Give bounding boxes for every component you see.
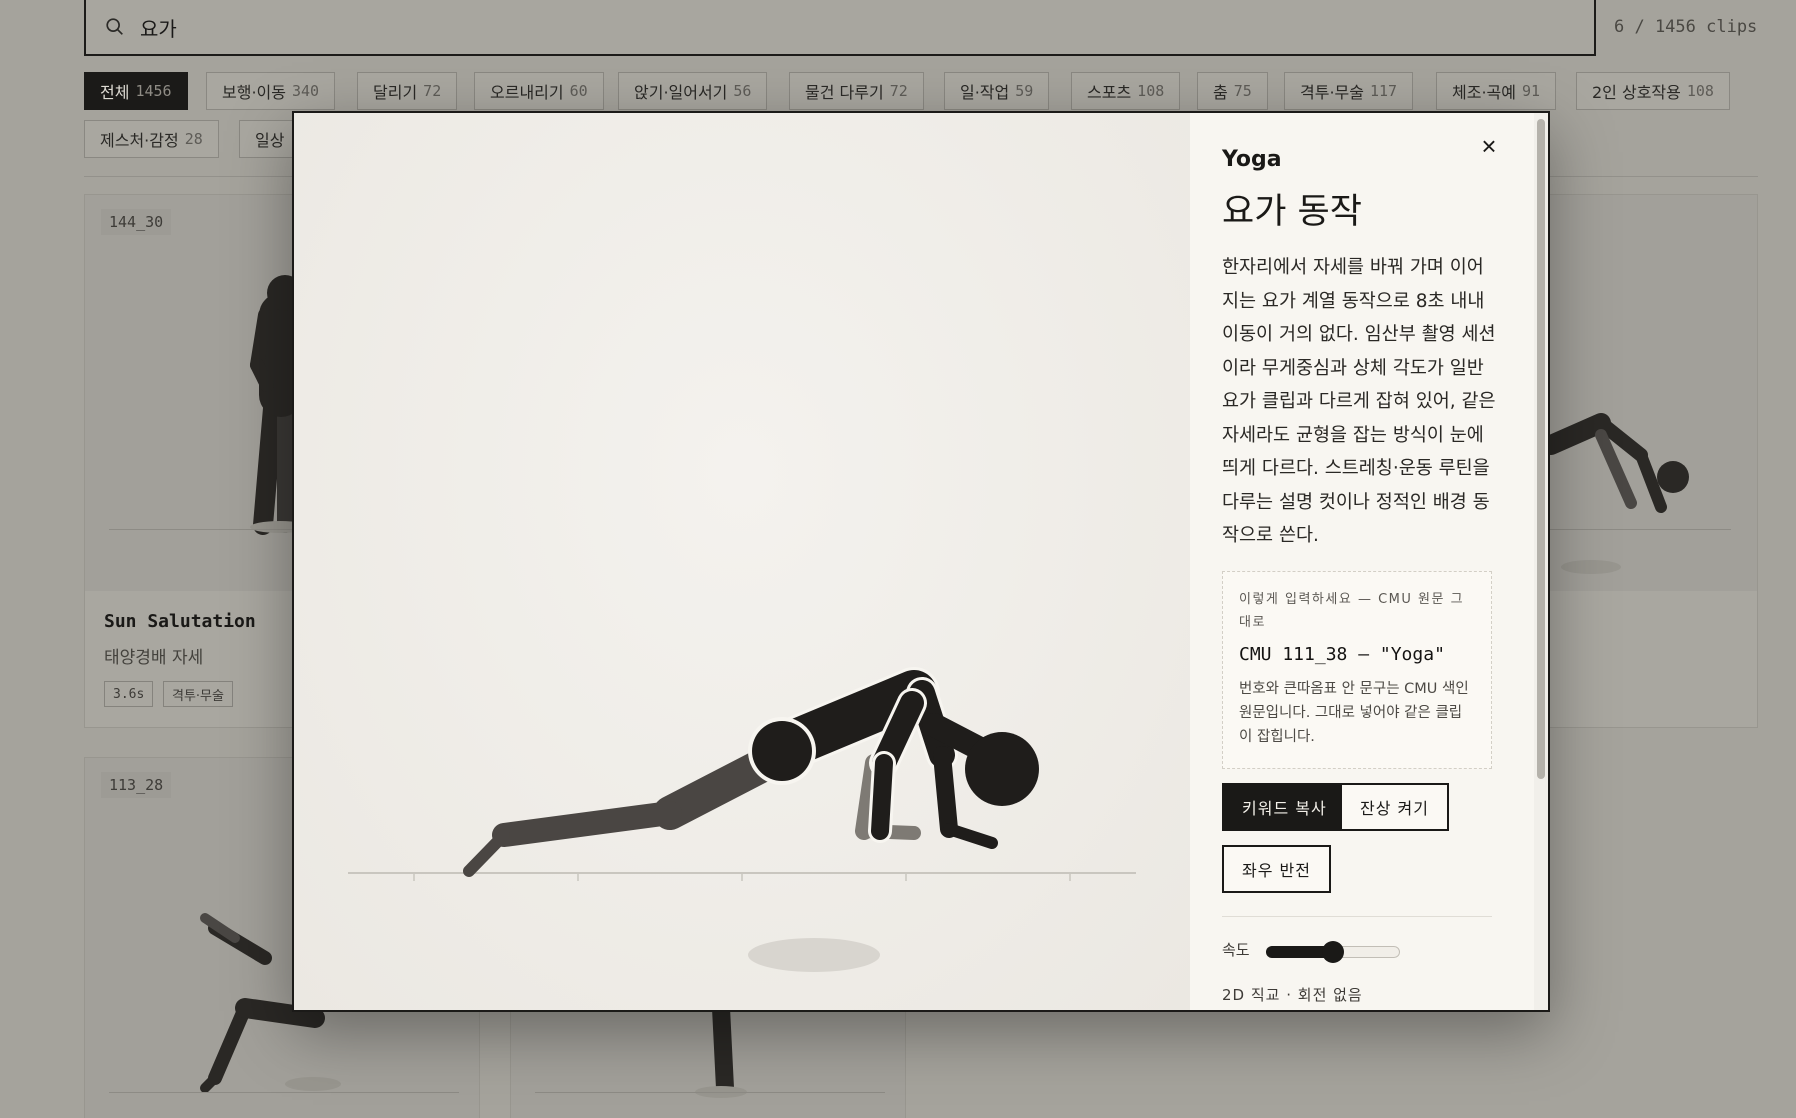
search-input[interactable] [140,15,1440,39]
chip-label: 춤 [1213,83,1228,102]
chip-sports[interactable]: 스포츠 108 [1071,72,1181,110]
chip-label: 스포츠 [1087,83,1132,102]
chip-label: 일·작업 [960,83,1010,102]
chip-count: 56 [733,82,752,100]
panel-scrollbar[interactable] [1534,113,1548,1010]
detail-panel: Yoga 요가 동작 한자리에서 자세를 바꿔 가며 이어지는 요가 계열 동작… [1190,113,1538,1010]
speed-label: 속도 [1222,941,1250,959]
chip-label: 보행·이동 [222,83,286,102]
category-tag: 격투·무술 [163,681,233,707]
mirror-button[interactable]: 좌우 반전 [1222,845,1331,893]
close-icon[interactable]: × [1474,131,1504,161]
chip-count: 340 [291,82,320,100]
chip-label: 2인 상호작용 [1592,83,1681,102]
chip-object-handling[interactable]: 물건 다루기 72 [789,72,924,110]
search-icon [106,18,123,35]
chip-gesture[interactable]: 제스처·감정 28 [84,120,219,158]
chip-count: 91 [1521,82,1541,100]
projection-meta: 2D 직교 · 회전 없음 [1222,986,1363,1004]
motion-preview [294,113,1190,1010]
ground-line [109,1092,459,1093]
chip-sitting[interactable]: 앉기·일어서기 56 [618,72,768,110]
copy-keyword-button[interactable]: 키워드 복사 [1222,783,1347,831]
chip-all[interactable]: 전체 1456 [84,72,188,110]
ground-line [535,1092,885,1093]
chip-climbing[interactable]: 오르내리기 60 [474,72,604,110]
chip-count: 72 [889,82,908,100]
chip-count: 108 [1137,82,1165,100]
chip-count: 59 [1015,82,1034,100]
chip-martial-arts[interactable]: 격투·무술 117 [1284,72,1414,110]
search-bar[interactable] [84,0,1596,56]
chip-label: 오르내리기 [490,83,564,102]
chip-count: 72 [423,82,442,100]
chip-count: 28 [184,130,203,148]
chip-label: 체조·곡예 [1452,83,1516,102]
chip-label: 격투·무술 [1300,83,1364,102]
card-title: Sun Salutation [104,611,256,632]
chip-two-person[interactable]: 2인 상호작용 108 [1576,72,1730,110]
clip-title-en: Yoga [1222,147,1282,172]
chip-label: 달리기 [373,83,418,102]
chip-label: 일상 [255,131,285,150]
clip-id: 113_28 [101,772,172,798]
clip-id: 144_30 [101,209,172,235]
duration-tag: 3.6s [104,681,154,707]
scrollbar-thumb[interactable] [1537,119,1545,779]
chip-label: 물건 다루기 [805,83,884,102]
hint-code: CMU 111_38 — "Yoga" [1239,644,1445,665]
chip-label: 앉기·일어서기 [634,83,728,102]
chip-running[interactable]: 달리기 72 [357,72,458,110]
chip-work[interactable]: 일·작업 59 [944,72,1050,110]
chip-walking[interactable]: 보행·이동 340 [206,72,336,110]
chip-count: 108 [1686,82,1714,100]
speed-slider-thumb[interactable] [1322,941,1344,963]
pose-figure [348,667,1136,972]
hint-label: 이렇게 입력하세요 — CMU 원문 그대로 [1239,592,1465,630]
clip-detail-modal: Yoga 요가 동작 한자리에서 자세를 바꿔 가며 이어지는 요가 계열 동작… [292,111,1550,1012]
chip-count: 60 [569,82,588,100]
chip-count: 117 [1369,82,1398,100]
clip-description: 한자리에서 자세를 바꿔 가며 이어지는 요가 계열 동작으로 8초 내내 이동… [1222,257,1496,546]
hint-note: 번호와 큰따옴표 안 문구는 CMU 색인 원문입니다. 그대로 넣어야 같은 … [1239,681,1469,745]
chip-count: 1456 [135,82,172,100]
chip-label: 제스처·감정 [100,131,179,150]
divider [1222,916,1492,917]
chip-gymnastics[interactable]: 체조·곡예 91 [1436,72,1557,110]
clip-count: 6 / 1456 clips [1614,17,1758,37]
chip-count: 75 [1233,82,1252,100]
chip-label: 전체 [100,83,130,102]
clip-title-ko: 요가 동작 [1222,192,1362,232]
toggle-trail-button[interactable]: 잔상 켜기 [1340,783,1449,831]
card-subtitle: 태양경배 자세 [104,648,204,668]
chip-dance[interactable]: 춤 75 [1197,72,1268,110]
keyword-hint-box: 이렇게 입력하세요 — CMU 원문 그대로 CMU 111_38 — "Yog… [1222,571,1492,769]
